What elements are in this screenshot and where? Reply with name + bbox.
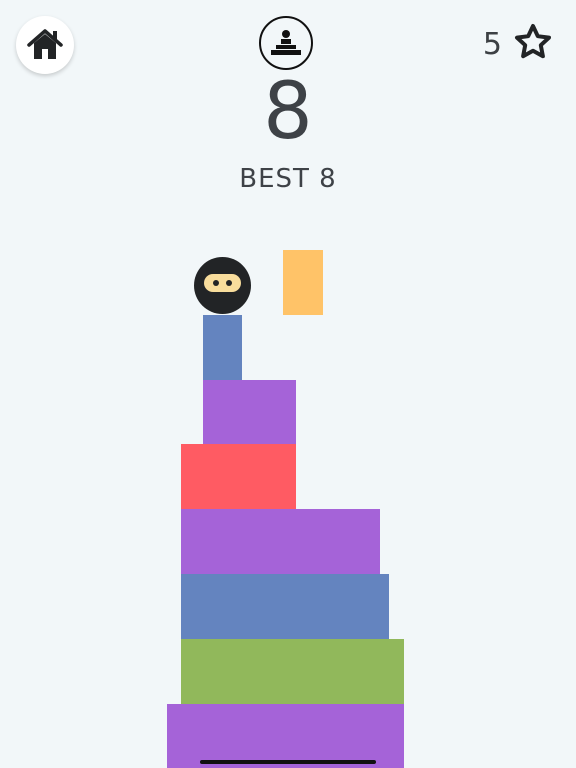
tower-block-purple-base — [167, 704, 404, 768]
star-outline-icon — [515, 24, 551, 59]
ninja-mask — [204, 274, 241, 292]
home-button[interactable] — [16, 16, 74, 74]
ninja-player — [194, 257, 251, 314]
house-icon — [27, 29, 63, 59]
tower-mode-button[interactable] — [259, 16, 313, 70]
tower-block-red — [181, 444, 296, 509]
tower-block-purple — [181, 509, 380, 574]
best-score: BEST 8 — [239, 164, 337, 194]
tower-block-blue — [181, 574, 389, 639]
home-indicator-bar[interactable] — [200, 760, 376, 764]
tower-block-purple — [203, 380, 296, 444]
star-counter: 5 — [483, 22, 552, 60]
stacked-tower-icon — [271, 30, 301, 55]
star-count: 5 — [482, 27, 502, 62]
falling-block — [283, 250, 323, 315]
ninja-right-eye — [226, 280, 232, 286]
ninja-left-eye — [213, 280, 219, 286]
current-score: 8 — [263, 67, 313, 157]
tower-block-blue-top — [203, 315, 242, 380]
tower-block-green — [181, 639, 404, 704]
